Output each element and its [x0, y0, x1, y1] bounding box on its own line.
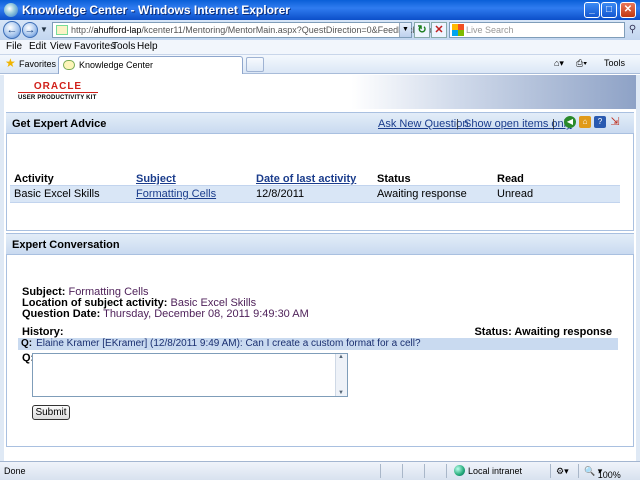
cell-status: Awaiting response	[373, 185, 493, 203]
intranet-zone-icon	[454, 465, 465, 476]
close-window-button[interactable]: ✕	[620, 2, 636, 18]
url-text[interactable]: http://ahufford-lap/kcenter11/Mentoring/…	[71, 25, 447, 35]
exit-icon[interactable]: ⇲	[609, 116, 621, 128]
divider	[424, 464, 425, 478]
search-icon[interactable]: ⚲	[626, 22, 639, 38]
expert-advice-actions: Ask New Question | Show open items only …	[378, 116, 628, 130]
status-text: Done	[4, 466, 26, 476]
header-banner: ORACLE USER PRODUCTIVITY KIT	[4, 75, 636, 109]
cell-read: Unread	[493, 185, 620, 203]
window-title: Knowledge Center - Windows Internet Expl…	[22, 3, 290, 17]
live-search-icon	[452, 24, 464, 36]
address-dropdown-icon[interactable]: ▼	[399, 23, 411, 37]
tab-page-icon	[63, 60, 75, 70]
separator: |	[456, 118, 459, 130]
history-label: History:	[22, 326, 64, 338]
menu-tools[interactable]: Tools	[112, 41, 135, 52]
window-titlebar: Knowledge Center - Windows Internet Expl…	[0, 0, 640, 20]
page-content: ORACLE USER PRODUCTIVITY KIT Get Expert …	[0, 75, 640, 461]
history-question-row: Q: Elaine Kramer [EKramer] (12/8/2011 9:4…	[18, 338, 618, 350]
expert-conversation-title: Expert Conversation	[12, 239, 120, 251]
new-question-input[interactable]	[32, 353, 348, 397]
col-read: Read	[497, 173, 524, 185]
zoom-level[interactable]: 🔍 100% ▾	[584, 466, 621, 480]
question-date-line: Question Date: Thursday, December 08, 20…	[22, 308, 309, 320]
maximize-button[interactable]: □	[601, 2, 617, 18]
tab-knowledge-center[interactable]: Knowledge Center	[58, 56, 243, 74]
separator: |	[552, 118, 555, 130]
divider	[446, 464, 447, 478]
expert-advice-title: Get Expert Advice	[12, 118, 107, 130]
star-icon: ★	[5, 56, 16, 70]
divider	[402, 464, 403, 478]
tools-menu[interactable]: Tools	[604, 58, 625, 68]
question-date-value: Thursday, December 08, 2011 9:49:30 AM	[103, 308, 309, 320]
q-prefix: Q:	[21, 338, 33, 349]
submit-button[interactable]: Submit	[32, 405, 70, 420]
favorites-button[interactable]: ★ Favorites	[3, 56, 60, 71]
cell-activity: Basic Excel Skills	[10, 185, 132, 203]
divider	[550, 464, 551, 478]
protected-mode-icon[interactable]: ⚙▾	[556, 466, 569, 477]
history-dropdown-icon[interactable]: ▼	[40, 25, 48, 34]
search-placeholder: Live Search	[466, 25, 514, 35]
col-subject-sort-link[interactable]: Subject	[136, 173, 176, 185]
col-activity: Activity	[14, 173, 54, 185]
home-icon[interactable]: ⌂	[579, 116, 591, 128]
menu-view[interactable]: View	[50, 41, 72, 52]
new-tab-button[interactable]	[246, 57, 264, 72]
expert-conversation-panel	[6, 255, 634, 447]
command-bar: ⌂▾ ⎙▾ Tools	[554, 57, 636, 71]
show-open-items-link[interactable]: Show open items only	[464, 118, 572, 130]
divider	[578, 464, 579, 478]
refresh-button[interactable]: ↻	[414, 22, 430, 38]
menu-edit[interactable]: Edit	[29, 41, 46, 52]
cell-date: 12/8/2011	[252, 185, 373, 203]
expert-advice-header: Get Expert Advice Ask New Question | Sho…	[6, 112, 634, 134]
status-bar: Done Local intranet ⚙▾ 🔍 100% ▾	[0, 461, 640, 480]
conversation-status: Status: Awaiting response	[474, 326, 612, 338]
subject-link[interactable]: Formatting Cells	[136, 188, 216, 200]
back-button[interactable]: ←	[3, 21, 21, 39]
favorites-bar: ★ Favorites Knowledge Center ⌂▾ ⎙▾ Tools	[0, 55, 640, 74]
table-header: Activity Subject Date of last activity S…	[10, 171, 620, 186]
back-icon[interactable]: ◀	[564, 116, 576, 128]
textarea-scrollbar[interactable]	[335, 354, 347, 396]
print-icon[interactable]: ⎙▾	[576, 58, 587, 69]
forward-button[interactable]: →	[22, 22, 38, 38]
ie-logo-icon	[4, 3, 18, 17]
search-input[interactable]: Live Search	[449, 22, 625, 38]
items-table: Activity Subject Date of last activity S…	[10, 171, 620, 203]
ask-new-question-link[interactable]: Ask New Question	[378, 118, 468, 130]
home-icon[interactable]: ⌂▾	[554, 58, 564, 69]
help-icon[interactable]: ?	[594, 116, 606, 128]
security-zone[interactable]: Local intranet	[468, 466, 522, 476]
stop-button[interactable]: ✕	[431, 22, 447, 38]
table-row[interactable]: Basic Excel Skills Formatting Cells 12/8…	[10, 185, 620, 203]
history-question-text: Elaine Kramer [EKramer] (12/8/2011 9:49 …	[36, 338, 421, 349]
menu-bar: File Edit View Favorites Tools Help	[0, 40, 640, 55]
address-row: ← → ▼ http://ahufford-lap/kcenter11/Ment…	[0, 20, 640, 40]
page-icon	[56, 25, 68, 35]
address-bar[interactable]: http://ahufford-lap/kcenter11/Mentoring/…	[52, 22, 447, 38]
menu-favorites[interactable]: Favorites	[74, 41, 115, 52]
col-status: Status	[377, 173, 411, 185]
col-date-sort-link[interactable]: Date of last activity	[256, 173, 356, 185]
tab-label: Knowledge Center	[79, 60, 154, 70]
menu-file[interactable]: File	[6, 41, 22, 52]
oracle-upk-logo: ORACLE USER PRODUCTIVITY KIT	[18, 81, 98, 101]
divider	[380, 464, 381, 478]
minimize-button[interactable]: _	[584, 2, 600, 18]
menu-help[interactable]: Help	[137, 41, 158, 52]
